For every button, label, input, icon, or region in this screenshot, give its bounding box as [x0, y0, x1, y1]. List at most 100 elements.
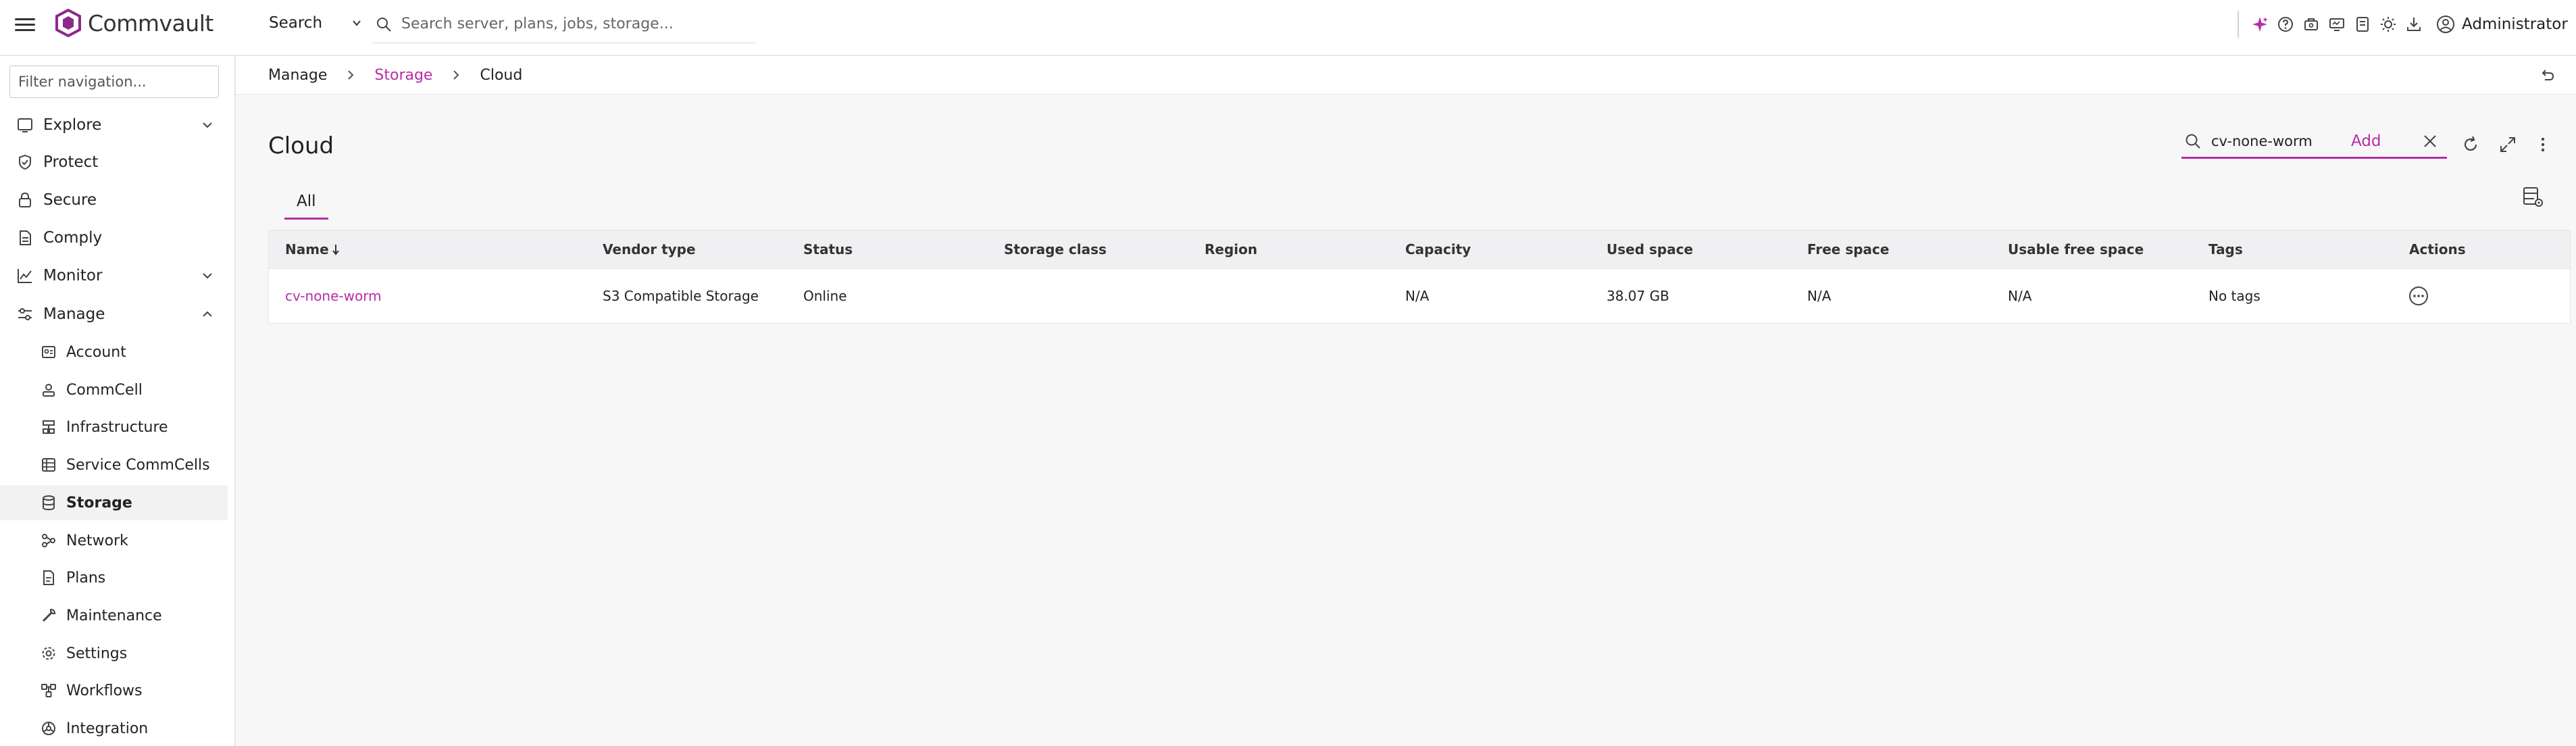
- brand-name: Commvault: [88, 9, 213, 36]
- sidebar-item-explore[interactable]: Explore: [0, 107, 234, 143]
- sidebar-item-label: Storage: [66, 494, 132, 512]
- column-header-usable-free-space[interactable]: Usable free space: [2008, 230, 2144, 268]
- sort-down-icon[interactable]: [332, 243, 340, 255]
- sidebar: Explore Protect Secure Comply Monitor Ma…: [0, 56, 236, 746]
- top-bar: Commvault Search Administrator: [0, 0, 2576, 56]
- column-header-storage-class[interactable]: Storage class: [1004, 230, 1107, 268]
- breadcrumb-bar: Manage Storage Cloud: [236, 56, 2576, 95]
- sidebar-item-secure[interactable]: Secure: [0, 182, 234, 218]
- sidebar-item-network[interactable]: Network: [0, 523, 228, 558]
- chevron-right-icon: [348, 70, 354, 80]
- user-menu[interactable]: Administrator: [2436, 11, 2568, 38]
- user-icon: [2437, 16, 2454, 33]
- sidebar-item-service-commcells[interactable]: Service CommCells: [0, 447, 228, 482]
- sidebar-item-label: Infrastructure: [66, 418, 168, 436]
- column-header-status[interactable]: Status: [803, 230, 853, 268]
- storage-icon: [43, 495, 55, 511]
- sidebar-item-settings[interactable]: Settings: [0, 636, 228, 671]
- column-settings-icon[interactable]: [2521, 184, 2545, 209]
- chevron-up-icon[interactable]: [201, 309, 213, 319]
- column-header-capacity[interactable]: Capacity: [1405, 230, 1471, 268]
- storage-name-link[interactable]: cv-none-worm: [285, 269, 382, 323]
- page-title: Cloud: [268, 132, 334, 159]
- reports-icon[interactable]: [2354, 16, 2371, 33]
- sidebar-item-infrastructure[interactable]: Infrastructure: [0, 409, 228, 445]
- chevron-down-icon[interactable]: [201, 271, 213, 280]
- sidebar-item-label: Secure: [43, 191, 97, 209]
- commvault-logo[interactable]: Commvault: [54, 8, 213, 38]
- more-horizontal-icon[interactable]: [2408, 285, 2429, 307]
- filter-navigation-input[interactable]: [9, 66, 219, 98]
- sidebar-item-label: Workflows: [66, 682, 143, 699]
- ai-sparkle-icon[interactable]: [2251, 16, 2269, 33]
- sidebar-item-manage[interactable]: Manage: [0, 297, 234, 332]
- sidebar-item-label: Network: [66, 532, 128, 549]
- sidebar-item-label: CommCell: [66, 381, 143, 399]
- wrench-icon: [42, 608, 56, 622]
- column-header-free-space[interactable]: Free space: [1807, 230, 1889, 268]
- sidebar-item-label: Integration: [66, 720, 149, 737]
- tab-bar: All: [284, 184, 328, 222]
- plans-icon: [43, 570, 54, 585]
- column-header-vendor-type[interactable]: Vendor type: [603, 230, 696, 268]
- sidebar-item-comply[interactable]: Comply: [0, 220, 234, 255]
- breadcrumb-storage[interactable]: Storage: [374, 67, 432, 84]
- column-header-used-space[interactable]: Used space: [1607, 230, 1693, 268]
- sidebar-item-label: Protect: [43, 153, 99, 171]
- table-header: Name Vendor type Status Storage class Re…: [269, 230, 2570, 268]
- storage-table: Name Vendor type Status Storage class Re…: [268, 230, 2571, 324]
- sidebar-item-account[interactable]: Account: [0, 334, 228, 370]
- breadcrumb-cloud: Cloud: [480, 66, 523, 84]
- column-header-name[interactable]: Name: [285, 230, 340, 268]
- chevron-right-icon: [453, 70, 459, 80]
- sidebar-item-label: Maintenance: [66, 607, 162, 624]
- chart-icon: [18, 269, 32, 283]
- document-icon: [20, 230, 31, 245]
- search-type-label: Search: [269, 14, 323, 32]
- explore-icon: [18, 118, 32, 132]
- cell-capacity: N/A: [1405, 288, 1430, 304]
- gear-icon: [42, 647, 55, 660]
- refresh-icon[interactable]: [2461, 135, 2480, 154]
- chevron-down-icon[interactable]: [201, 120, 213, 130]
- sidebar-item-label: Monitor: [43, 267, 103, 284]
- search-icon: [2186, 134, 2200, 149]
- sidebar-item-integration[interactable]: Integration: [0, 711, 228, 746]
- tab-all[interactable]: All: [284, 184, 328, 220]
- sidebar-item-plans[interactable]: Plans: [0, 560, 228, 595]
- chevron-down-icon: [353, 20, 361, 26]
- sidebar-item-maintenance[interactable]: Maintenance: [0, 598, 228, 633]
- table-search-input[interactable]: [2211, 132, 2414, 149]
- global-search-input[interactable]: [401, 16, 739, 32]
- sidebar-item-storage[interactable]: Storage: [0, 485, 228, 520]
- column-header-label: Name: [285, 241, 329, 257]
- sidebar-item-label: Account: [66, 343, 126, 361]
- column-header-tags[interactable]: Tags: [2208, 230, 2243, 268]
- sidebar-item-protect[interactable]: Protect: [0, 145, 234, 180]
- commcell-icon: [43, 384, 55, 397]
- download-icon[interactable]: [2405, 16, 2423, 33]
- undo-icon[interactable]: [2538, 67, 2556, 84]
- monitor-alerts-icon[interactable]: [2328, 16, 2346, 33]
- breadcrumb-manage[interactable]: Manage: [268, 67, 327, 84]
- sidebar-item-workflows[interactable]: Workflows: [0, 673, 228, 708]
- help-icon[interactable]: [2277, 16, 2294, 33]
- top-toolbar: [2238, 11, 2431, 38]
- jobs-icon[interactable]: [2302, 16, 2320, 33]
- cell-status: Online: [803, 288, 847, 304]
- sidebar-item-monitor[interactable]: Monitor: [0, 258, 234, 293]
- search-icon: [377, 17, 391, 32]
- hamburger-menu-icon[interactable]: [15, 15, 35, 34]
- commvault-logo-icon: [55, 9, 81, 37]
- expand-icon[interactable]: [2498, 135, 2517, 154]
- toolbar-divider: [2238, 11, 2239, 38]
- search-type-dropdown[interactable]: Search: [269, 11, 361, 35]
- theme-icon[interactable]: [2379, 16, 2397, 33]
- more-vertical-icon[interactable]: [2533, 135, 2552, 154]
- sidebar-item-label: Comply: [43, 229, 103, 247]
- network-icon: [42, 534, 55, 547]
- column-header-region[interactable]: Region: [1205, 230, 1257, 268]
- clear-search-icon[interactable]: [2422, 133, 2438, 149]
- sliders-icon: [18, 308, 32, 320]
- sidebar-item-commcell[interactable]: CommCell: [0, 372, 228, 407]
